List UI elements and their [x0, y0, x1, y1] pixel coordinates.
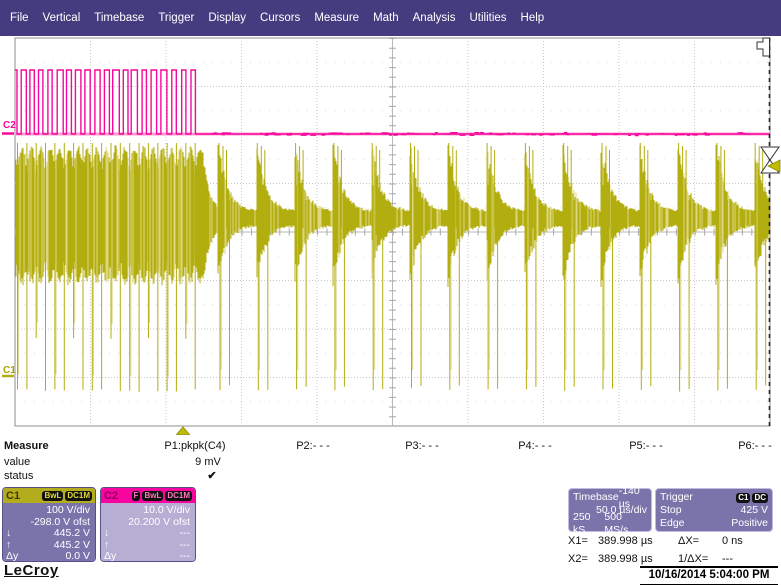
measure-row-value-label: value	[4, 456, 31, 468]
menu-help[interactable]: Help	[521, 12, 545, 24]
trigger-title: Trigger	[660, 491, 693, 503]
c1-delta-y-row: Δy 0.0 V	[6, 550, 90, 562]
menu-math[interactable]: Math	[373, 12, 399, 24]
measure-p1-value: 9 mV	[195, 456, 221, 468]
c1-box-header: C1 BwL DC1M	[3, 488, 95, 503]
menu-measure[interactable]: Measure	[314, 12, 359, 24]
c2-cursor-min-row: ↓ ---	[104, 527, 190, 539]
down-arrow-icon: ↓	[6, 527, 12, 539]
c2-box-id: C2	[104, 489, 119, 502]
trigger-box[interactable]: Trigger C1 DC Stop 425 V Edge Positive	[655, 488, 773, 532]
waveform-graphics	[2, 37, 781, 435]
c2-delta-y-row: Δy ---	[104, 550, 190, 562]
trigger-level: 425 V	[740, 504, 768, 516]
menu-display[interactable]: Display	[208, 12, 246, 24]
menu-vertical[interactable]: Vertical	[43, 12, 81, 24]
measure-p6-label[interactable]: P6:- - -	[738, 440, 772, 452]
c1-volts-per-div: 100 V/div	[46, 504, 90, 516]
timebase-title: Timebase	[573, 491, 619, 503]
cursor-x2-readout: X2= 389.998 µs 1/ΔX= ---	[568, 553, 733, 565]
measure-p4-label[interactable]: P4:- - -	[518, 440, 552, 452]
trigger-mode: Stop	[660, 504, 682, 516]
lecroy-logo: LeCroy	[4, 562, 59, 579]
menu-analysis[interactable]: Analysis	[413, 12, 456, 24]
menu-trigger[interactable]: Trigger	[158, 12, 194, 24]
menu-utilities[interactable]: Utilities	[469, 12, 506, 24]
trigger-source-badge: C1	[736, 492, 751, 503]
trigger-kind: Edge	[660, 517, 685, 529]
trigger-slope: Positive	[731, 517, 768, 529]
down-arrow-icon: ↓	[104, 527, 110, 539]
measure-p2-label[interactable]: P2:- - -	[296, 440, 330, 452]
delta-y-icon: Δy	[104, 550, 117, 562]
measure-row-status-label: status	[4, 470, 34, 482]
measure-title: Measure	[4, 440, 49, 452]
c2-volts-per-div: 10.0 V/div	[143, 504, 190, 516]
c1-descriptor-box[interactable]: C1 BwL DC1M 100 V/div -298.0 V ofst ↓ 44…	[2, 487, 96, 562]
c1-box-id: C1	[6, 489, 21, 502]
menu-file[interactable]: File	[10, 12, 29, 24]
timebase-samples: 250 kS	[573, 510, 591, 536]
c1-badge-dc1m: DC1M	[65, 490, 92, 501]
trigger-time-marker[interactable]	[175, 426, 191, 435]
cursor-x1-readout: X1= 389.998 µs ΔX= 0 ns	[568, 535, 743, 547]
waveform-display[interactable]: C2 C1	[0, 36, 781, 440]
c2-badge-f: F	[131, 490, 141, 501]
c2-badge-bwl: BwL	[142, 490, 164, 501]
measure-p5-label[interactable]: P5:- - -	[629, 440, 663, 452]
c2-box-header: C2 F BwL DC1M	[101, 488, 195, 503]
timebase-box[interactable]: Timebase -140 µs 50.0 µs/div 250 kS 500 …	[568, 485, 652, 536]
menu-timebase[interactable]: Timebase	[94, 12, 144, 24]
c2-trace-label[interactable]: C2	[3, 120, 16, 131]
c1-trace-label[interactable]: C1	[3, 365, 16, 376]
datetime-status: 10/16/2014 5:04:00 PM	[640, 566, 778, 585]
delta-y-icon: Δy	[6, 550, 19, 562]
c1-cursor-min-row: ↓ 445.2 V	[6, 527, 90, 539]
c2-badge-dc1m: DC1M	[165, 490, 192, 501]
measure-p1-status: ✔	[207, 470, 217, 482]
measure-p3-label[interactable]: P3:- - -	[405, 440, 439, 452]
timebase-rate: 500 MS/s	[604, 510, 629, 536]
oscilloscope-screen: File Vertical Timebase Trigger Display C…	[0, 0, 781, 585]
trigger-coupling-badge: DC	[752, 492, 768, 503]
c2-descriptor-box[interactable]: C2 F BwL DC1M 10.0 V/div 20.200 V ofst ↓…	[100, 487, 196, 562]
menu-bar: File Vertical Timebase Trigger Display C…	[0, 0, 781, 36]
measure-p1-label[interactable]: P1:pkpk(C4)	[164, 440, 225, 452]
c1-badge-bwl: BwL	[42, 490, 64, 501]
menu-cursors[interactable]: Cursors	[260, 12, 300, 24]
